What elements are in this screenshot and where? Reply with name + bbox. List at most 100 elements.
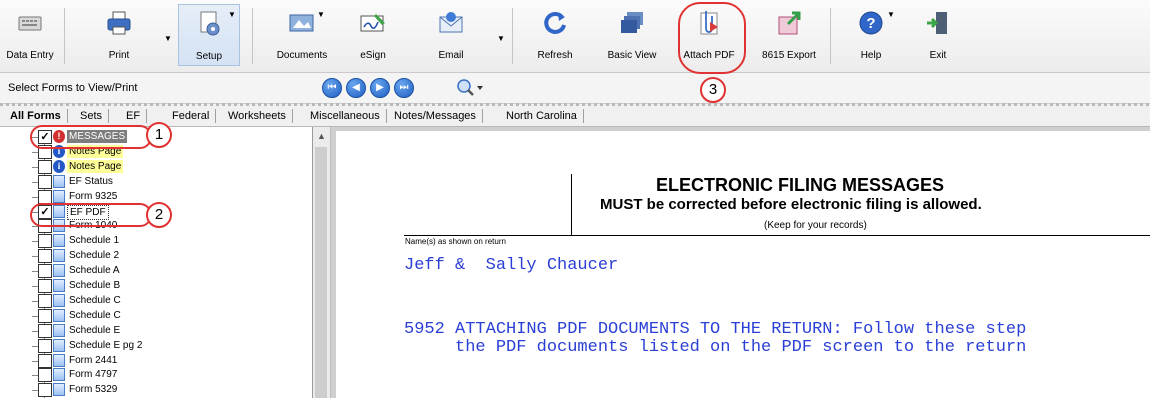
message-line-1: 5952 ATTACHING PDF DOCUMENTS TO THE RETU… <box>404 320 1027 339</box>
export-icon <box>778 11 801 35</box>
esign-button[interactable]: eSign <box>353 4 393 66</box>
print-button[interactable]: Print <box>94 4 144 66</box>
refresh-label: Refresh <box>537 50 573 61</box>
exit-button[interactable]: Exit <box>918 4 958 66</box>
tab-ef[interactable]: EF <box>120 109 148 123</box>
setup-label: Setup <box>195 51 223 62</box>
tree-item[interactable]: Schedule 1 <box>32 234 298 249</box>
tree-item-checkbox[interactable] <box>38 159 52 174</box>
tab-worksheets[interactable]: Worksheets <box>222 109 293 123</box>
tree-item-checkbox[interactable] <box>38 368 52 383</box>
esign-label: eSign <box>360 50 386 61</box>
tab-north-carolina[interactable]: North Carolina <box>500 109 584 123</box>
tree-item-checkbox[interactable] <box>38 338 52 353</box>
forms-tree[interactable]: ✓! MESSAGES i Notes Page i Notes Page EF Statu… <box>0 127 313 405</box>
export-8615-label: 8615 Export <box>762 50 816 61</box>
tree-item-label: Schedule E <box>69 324 121 336</box>
tree-item-label: Schedule C <box>69 309 121 321</box>
tree-item-label: Schedule A <box>69 265 120 277</box>
tree-item-checkbox[interactable] <box>38 353 52 368</box>
exit-door-icon <box>927 12 947 34</box>
scroll-up-icon[interactable]: ▲ <box>317 131 326 141</box>
tree-item-label: Form 5329 <box>69 384 118 396</box>
last-page-icon[interactable]: ⏭ <box>394 78 414 98</box>
email-dropdown-icon[interactable]: ▼ <box>497 34 505 43</box>
help-dropdown-icon[interactable]: ▼ <box>887 10 895 19</box>
callout-number-1: 1 <box>146 122 172 148</box>
tree-item[interactable]: Form 4797 <box>32 368 298 383</box>
tree-item-label: Schedule B <box>69 280 121 291</box>
tree-item[interactable]: Schedule C <box>32 293 298 308</box>
email-button[interactable]: Email <box>425 4 477 66</box>
first-page-icon[interactable]: ⏮ <box>322 78 342 98</box>
refresh-button[interactable]: Refresh <box>530 4 580 66</box>
document-icon <box>53 234 65 248</box>
tree-item-checkbox[interactable] <box>38 174 52 189</box>
callout-oval-attach-pdf <box>678 2 746 74</box>
tab-miscellaneous[interactable]: Miscellaneous <box>304 109 387 123</box>
tree-item-checkbox[interactable] <box>38 279 52 293</box>
tree-item-checkbox[interactable] <box>38 189 52 204</box>
tree-item-checkbox[interactable] <box>38 383 52 398</box>
tree-item-checkbox[interactable] <box>38 323 52 338</box>
tree-item-checkbox[interactable] <box>38 234 52 249</box>
document-icon <box>53 353 65 367</box>
tree-item-checkbox[interactable] <box>38 249 52 264</box>
tree-item-label: Schedule 2 <box>69 250 120 262</box>
tab-all-forms[interactable]: All Forms <box>4 109 68 123</box>
tree-item[interactable]: Schedule C <box>32 308 298 323</box>
tree-item[interactable]: Form 9325 <box>32 189 298 204</box>
documents-button[interactable]: Documents <box>268 4 336 66</box>
print-dropdown-icon[interactable]: ▼ <box>164 34 172 43</box>
scrollbar-thumb[interactable] <box>315 147 327 405</box>
documents-icon <box>289 14 314 32</box>
help-label: Help <box>860 50 882 61</box>
tree-item-checkbox[interactable] <box>38 308 52 323</box>
document-icon <box>53 249 65 263</box>
tree-item-checkbox[interactable] <box>38 293 52 308</box>
toolbar-separator <box>64 8 65 64</box>
tree-scrollbar[interactable]: ▲ <box>313 127 331 405</box>
toolbar-separator <box>512 8 513 64</box>
tree-item[interactable]: Form 2441 <box>32 353 298 368</box>
basic-view-label: Basic View <box>607 50 657 61</box>
export-8615-button[interactable]: 8615 Export <box>758 4 820 66</box>
tree-item[interactable]: Form 5329 <box>32 383 298 398</box>
basic-view-button[interactable]: Basic View <box>604 4 660 66</box>
tree-item-label: Schedule 1 <box>69 235 120 247</box>
tab-notes-messages[interactable]: Notes/Messages <box>388 109 483 123</box>
setup-gear-icon <box>200 11 220 36</box>
data-entry-label: Data Entry <box>6 50 54 61</box>
tree-item[interactable]: Schedule E <box>32 323 298 338</box>
tree-item[interactable]: EF Status <box>32 174 298 189</box>
select-forms-label: Select Forms to View/Print <box>8 82 138 94</box>
tree-item[interactable]: Schedule E pg 2 <box>32 338 298 353</box>
callout-number-3: 3 <box>700 77 726 103</box>
print-label: Print <box>108 50 130 61</box>
names-rule <box>404 235 1150 236</box>
esign-icon <box>360 14 385 32</box>
tree-item[interactable]: i Notes Page <box>32 159 298 174</box>
tree-item[interactable]: Schedule B <box>32 279 298 293</box>
view-print-bar: Select Forms to View/Print ⏮ ◀ ▶ ⏭ <box>0 73 1150 104</box>
next-page-icon[interactable]: ▶ <box>370 78 390 98</box>
tree-item-label: Schedule E pg 2 <box>69 339 143 351</box>
setup-dropdown-icon[interactable]: ▼ <box>228 10 236 19</box>
tab-sets[interactable]: Sets <box>74 109 110 123</box>
exit-label: Exit <box>929 50 947 61</box>
document-icon <box>53 323 65 337</box>
document-icon <box>53 279 65 292</box>
zoom-magnifier-icon[interactable] <box>455 78 485 98</box>
torn-edge-right <box>1150 0 1156 409</box>
documents-dropdown-icon[interactable]: ▼ <box>317 10 325 19</box>
document-icon <box>53 293 65 307</box>
printer-icon <box>107 11 131 35</box>
document-icon <box>53 368 65 382</box>
tree-item[interactable]: Schedule 2 <box>32 249 298 264</box>
tab-federal[interactable]: Federal <box>166 109 217 123</box>
tree-item-checkbox[interactable] <box>38 264 52 279</box>
tree-item[interactable]: Schedule A <box>32 264 298 279</box>
previous-page-icon[interactable]: ◀ <box>346 78 366 98</box>
data-entry-button[interactable]: Data Entry <box>3 4 57 66</box>
document-subtitle: MUST be corrected before electronic fili… <box>600 196 982 213</box>
